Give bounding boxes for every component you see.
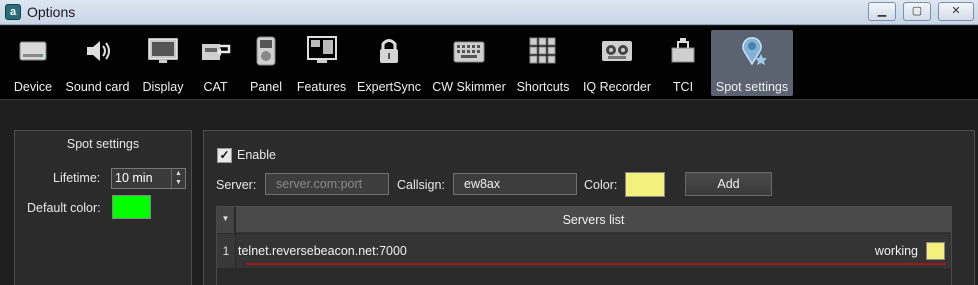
row-number: 1 bbox=[217, 234, 235, 268]
tab-cat[interactable]: CAT bbox=[193, 30, 238, 96]
tab-features[interactable]: Features bbox=[294, 30, 349, 96]
options-toolbar: Device Sound card Display CAT Panel Feat… bbox=[0, 26, 978, 100]
tab-label: ExpertSync bbox=[357, 80, 421, 94]
tab-cw-skimmer[interactable]: CW Skimmer bbox=[428, 30, 510, 96]
tab-sound-card[interactable]: Sound card bbox=[61, 30, 134, 96]
enable-label: Enable bbox=[237, 148, 276, 162]
panel-icon bbox=[256, 36, 276, 66]
grid-icon bbox=[529, 37, 556, 64]
spin-arrows[interactable]: ▲ ▼ bbox=[171, 169, 185, 188]
server-status: working bbox=[874, 244, 918, 258]
tab-label: Display bbox=[142, 80, 184, 94]
close-button[interactable]: ✕ bbox=[938, 2, 974, 21]
app-icon: a bbox=[5, 4, 21, 20]
device-icon bbox=[19, 41, 47, 61]
tab-tci[interactable]: TCI bbox=[664, 30, 702, 96]
tab-label: Sound card bbox=[65, 80, 130, 94]
spot-settings-panel: Spot settings Lifetime: 10 min ▲ ▼ Defaul… bbox=[14, 130, 192, 285]
tab-label: Shortcuts bbox=[516, 80, 570, 94]
tab-device[interactable]: Device bbox=[8, 30, 58, 96]
callsign-input[interactable]: ew8ax bbox=[453, 173, 577, 195]
default-color-label: Default color: bbox=[27, 201, 101, 215]
monitor-icon bbox=[148, 38, 178, 63]
tape-icon bbox=[602, 41, 632, 61]
callsign-label: Callsign: bbox=[397, 178, 445, 192]
tab-label: Device bbox=[13, 80, 53, 94]
table-menu-icon[interactable]: ▼ bbox=[217, 207, 235, 233]
enable-checkbox[interactable]: ✓ bbox=[217, 148, 232, 163]
tab-spot-settings[interactable]: Spot settings bbox=[711, 30, 793, 96]
server-host: telnet.reversebeacon.net:7000 bbox=[238, 244, 407, 258]
options-content: Spot settings Lifetime: 10 min ▲ ▼ Defaul… bbox=[0, 100, 978, 285]
table-row[interactable]: telnet.reversebeacon.net:7000 working bbox=[236, 234, 951, 268]
tab-label: TCI bbox=[672, 80, 694, 94]
tab-label: Features bbox=[296, 80, 347, 94]
color-swatch[interactable] bbox=[625, 172, 665, 197]
tab-display[interactable]: Display bbox=[138, 30, 188, 96]
lifetime-value: 10 min bbox=[115, 171, 153, 185]
color-label: Color: bbox=[584, 178, 618, 192]
server-panel: ✓ Enable Server: server.com:port Callsig… bbox=[203, 130, 975, 285]
window-title: Options bbox=[27, 4, 76, 20]
tab-label: CAT bbox=[203, 80, 228, 94]
server-color-swatch[interactable] bbox=[926, 242, 945, 260]
lock-icon bbox=[380, 39, 398, 63]
servers-list-header: Servers list bbox=[236, 207, 951, 233]
add-button[interactable]: Add bbox=[685, 172, 772, 196]
tab-label: IQ Recorder bbox=[582, 80, 652, 94]
speaker-icon bbox=[86, 41, 110, 61]
lifetime-label: Lifetime: bbox=[53, 171, 101, 185]
minimize-button[interactable]: ▁ bbox=[868, 2, 896, 21]
underline-divider bbox=[246, 263, 946, 265]
map-pin-icon bbox=[742, 37, 767, 66]
server-input[interactable]: server.com:port bbox=[265, 173, 389, 195]
keyboard-icon bbox=[453, 41, 485, 63]
tab-expertsync[interactable]: ExpertSync bbox=[354, 30, 424, 96]
lifetime-spinbox[interactable]: 10 min ▲ ▼ bbox=[111, 168, 186, 189]
server-label: Server: bbox=[216, 178, 257, 192]
servers-table: ▼ Servers list 1 telnet.reversebeacon.ne… bbox=[216, 206, 952, 285]
tab-shortcuts[interactable]: Shortcuts bbox=[514, 30, 572, 96]
tab-iq-recorder[interactable]: IQ Recorder bbox=[577, 30, 657, 96]
tab-label: CW Skimmer bbox=[432, 80, 506, 94]
features-icon bbox=[306, 36, 337, 63]
tab-label: Spot settings bbox=[715, 80, 789, 94]
maximize-button[interactable]: ▢ bbox=[903, 2, 931, 21]
title-bar: a Options ▁ ▢ ✕ bbox=[0, 0, 978, 25]
tab-label: Panel bbox=[250, 80, 282, 94]
tci-icon bbox=[671, 38, 695, 63]
default-color-swatch[interactable] bbox=[112, 195, 151, 219]
cat-icon bbox=[201, 44, 230, 60]
tab-panel[interactable]: Panel bbox=[245, 30, 287, 96]
panel-title: Spot settings bbox=[66, 137, 140, 151]
